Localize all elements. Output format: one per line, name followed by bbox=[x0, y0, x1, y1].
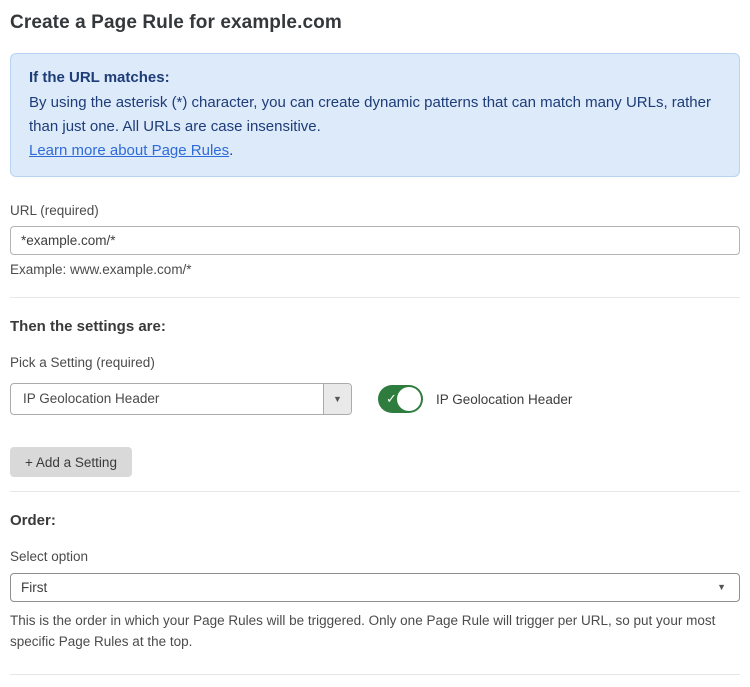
info-box-heading: If the URL matches: bbox=[29, 66, 721, 90]
toggle-knob bbox=[397, 387, 421, 411]
order-select[interactable]: First ▼ bbox=[10, 573, 740, 602]
divider bbox=[10, 297, 740, 298]
create-page-rule-form: Create a Page Rule for example.com If th… bbox=[0, 0, 750, 687]
order-select-value: First bbox=[21, 580, 47, 595]
ip-geolocation-toggle[interactable]: ✓ bbox=[378, 385, 423, 413]
page-title: Create a Page Rule for example.com bbox=[10, 12, 740, 34]
url-match-info-box: If the URL matches: By using the asteris… bbox=[10, 53, 740, 177]
settings-section-heading: Then the settings are: bbox=[10, 318, 740, 335]
divider bbox=[10, 674, 740, 675]
url-input[interactable] bbox=[10, 226, 740, 255]
add-setting-button[interactable]: + Add a Setting bbox=[10, 447, 132, 477]
setting-picker-arrow-button[interactable]: ▼ bbox=[323, 384, 351, 414]
setting-picker-label: Pick a Setting (required) bbox=[10, 355, 740, 370]
order-helper-text: This is the order in which your Page Rul… bbox=[10, 610, 740, 652]
url-helper-text: Example: www.example.com/* bbox=[10, 262, 740, 277]
link-suffix: . bbox=[229, 142, 233, 159]
order-select-label: Select option bbox=[10, 549, 740, 564]
learn-more-link[interactable]: Learn more about Page Rules bbox=[29, 142, 229, 159]
info-box-link-line: Learn more about Page Rules. bbox=[29, 139, 721, 163]
setting-row: IP Geolocation Header ▼ ✓ IP Geolocation… bbox=[10, 383, 740, 415]
setting-picker-value: IP Geolocation Header bbox=[11, 384, 323, 414]
url-field-label: URL (required) bbox=[10, 203, 740, 218]
divider bbox=[10, 491, 740, 492]
setting-picker-dropdown[interactable]: IP Geolocation Header ▼ bbox=[10, 383, 352, 415]
toggle-label: IP Geolocation Header bbox=[436, 392, 572, 407]
order-section-heading: Order: bbox=[10, 512, 740, 529]
info-box-body: By using the asterisk (*) character, you… bbox=[29, 91, 721, 139]
chevron-down-icon: ▼ bbox=[333, 395, 342, 404]
chevron-down-icon: ▼ bbox=[717, 583, 726, 592]
check-icon: ✓ bbox=[386, 392, 397, 405]
